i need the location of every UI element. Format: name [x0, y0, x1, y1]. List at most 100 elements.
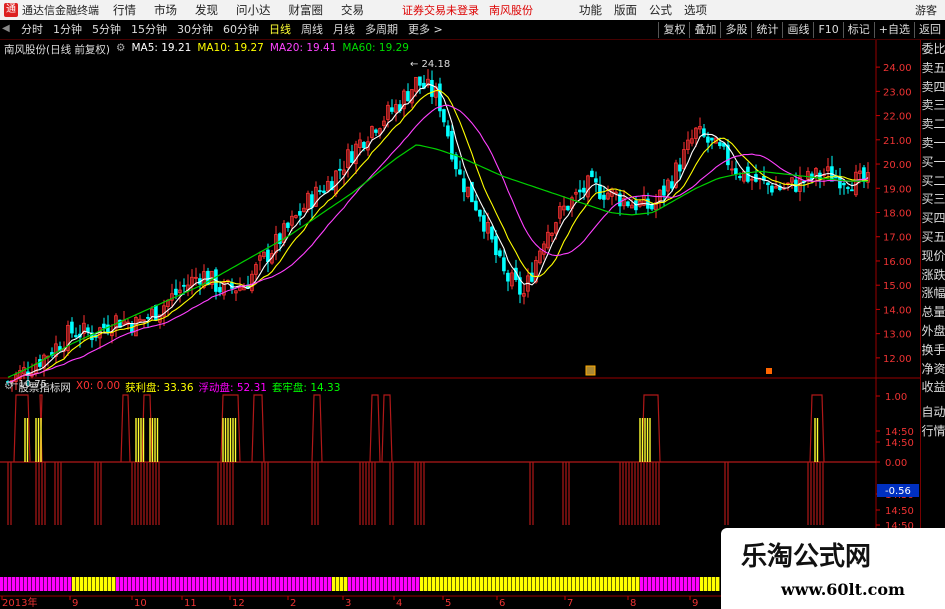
trend-strip-cell [644, 577, 648, 591]
trend-strip-cell [620, 577, 624, 591]
indicator-spike [369, 394, 381, 463]
main-chart-legend: 南风股份(日线 前复权) ⚙ MA5: 19.21 MA10: 19.27 MA… [4, 42, 409, 57]
candle-body [502, 257, 506, 272]
trend-strip-cell [100, 577, 104, 591]
trend-strip-cell [160, 577, 164, 591]
sidebar-item-15[interactable]: 外盘 [921, 322, 945, 341]
trend-strip-cell [224, 577, 228, 591]
sidebar-item-0[interactable]: 委比 [921, 40, 945, 59]
sidebar-item-13[interactable]: 涨幅 [921, 284, 945, 303]
trend-strip-cell [236, 577, 240, 591]
trend-strip-cell [600, 577, 604, 591]
trend-strip-cell [12, 577, 16, 591]
indicator-tick-label: 1.00 [885, 392, 907, 403]
settings-gear-icon[interactable]: ⚙ [4, 380, 13, 395]
trend-strip-cell [680, 577, 684, 591]
candle-body [626, 201, 630, 207]
sidebar-item-5[interactable]: 卖一 [921, 134, 945, 153]
candle-body [474, 200, 478, 211]
trend-strip-cell [288, 577, 292, 591]
trend-strip-cell [84, 577, 88, 591]
sidebar-item-9[interactable]: 买四 [921, 209, 945, 228]
trend-strip-cell [376, 577, 380, 591]
time-tick-label: 5 [445, 598, 451, 609]
sidebar-item-8[interactable]: 买三 [921, 190, 945, 209]
event-marker-icon [766, 368, 772, 374]
sidebar-item-17[interactable]: 净资 [921, 360, 945, 379]
trend-strip-cell [336, 577, 340, 591]
sidebar-item-1[interactable]: 卖五 [921, 59, 945, 78]
trend-strip-cell [580, 577, 584, 591]
trend-strip-cell [56, 577, 60, 591]
trend-strip-cell [52, 577, 56, 591]
trend-strip-cell [44, 577, 48, 591]
trend-strip-cell [120, 577, 124, 591]
sidebar-item-11[interactable]: 现价 [921, 247, 945, 266]
trend-strip-cell [496, 577, 500, 591]
trend-strip-cell [488, 577, 492, 591]
candle-body [842, 183, 846, 186]
trend-strip-cell [352, 577, 356, 591]
trend-strip-cell [516, 577, 520, 591]
candle-body [362, 141, 366, 149]
trend-strip-cell [212, 577, 216, 591]
sidebar-item-4[interactable]: 卖二 [921, 115, 945, 134]
sidebar-item-2[interactable]: 卖四 [921, 78, 945, 97]
sidebar-item-3[interactable]: 卖三 [921, 96, 945, 115]
trend-strip-cell [32, 577, 36, 591]
trend-strip-cell [716, 577, 720, 591]
trend-strip-cell [148, 577, 152, 591]
sidebar-item-12[interactable]: 涨跌 [921, 266, 945, 285]
indicator-tick-label: 0.00 [885, 458, 907, 469]
candle-body [718, 142, 722, 147]
sidebar-item-7[interactable]: 买二 [921, 172, 945, 191]
trend-strip-cell [664, 577, 668, 591]
sidebar-item-6[interactable]: 买一 [921, 153, 945, 172]
trend-strip-cell [456, 577, 460, 591]
time-tick-label: 6 [499, 598, 505, 609]
candle-body [670, 181, 674, 189]
trend-strip-cell [300, 577, 304, 591]
trend-strip-cell [480, 577, 484, 591]
trend-strip-cell [520, 577, 524, 591]
trend-strip-cell [216, 577, 220, 591]
candle-body [442, 109, 446, 123]
sidebar-item-19[interactable]: 自动 [921, 403, 945, 422]
sidebar-item-14[interactable]: 总量 [921, 303, 945, 322]
trend-strip-cell [528, 577, 532, 591]
trend-strip-cell [712, 577, 716, 591]
trend-strip-cell [708, 577, 712, 591]
candle-body [834, 176, 838, 179]
trend-strip-cell [424, 577, 428, 591]
x0-label: X0: 0.00 [75, 380, 121, 392]
trend-strip-cell [432, 577, 436, 591]
main-chart-title: 南风股份(日线 前复权) [4, 44, 111, 56]
trend-strip-cell [384, 577, 388, 591]
trend-strip-cell [412, 577, 416, 591]
price-tick-label: 14.00 [883, 305, 912, 316]
candle-body [478, 209, 482, 217]
trend-strip-cell [60, 577, 64, 591]
indicator-spike [251, 394, 265, 463]
price-tick-label: 12.00 [883, 354, 912, 365]
ma10-line [7, 89, 869, 383]
candle-body [506, 272, 510, 282]
trend-strip-cell [444, 577, 448, 591]
kline-chart[interactable]: 24.0023.0022.0021.0020.0019.0018.0017.00… [0, 0, 945, 609]
sidebar-item-20[interactable]: 行情 [921, 422, 945, 441]
trend-strip-cell [140, 577, 144, 591]
trend-strip-cell [184, 577, 188, 591]
sidebar-item-18[interactable]: 收益 [921, 378, 945, 397]
time-tick-label: 2 [290, 598, 296, 609]
trend-strip [0, 577, 720, 591]
trend-strip-cell [436, 577, 440, 591]
trend-strip-cell [632, 577, 636, 591]
candle-body [318, 190, 322, 192]
trend-strip-cell [640, 577, 644, 591]
trend-strip-cell [468, 577, 472, 591]
sidebar-item-10[interactable]: 买五 [921, 228, 945, 247]
settings-gear-icon[interactable]: ⚙ [116, 42, 125, 57]
trend-strip-cell [324, 577, 328, 591]
candle-body [446, 125, 450, 137]
sidebar-item-16[interactable]: 换手 [921, 341, 945, 360]
